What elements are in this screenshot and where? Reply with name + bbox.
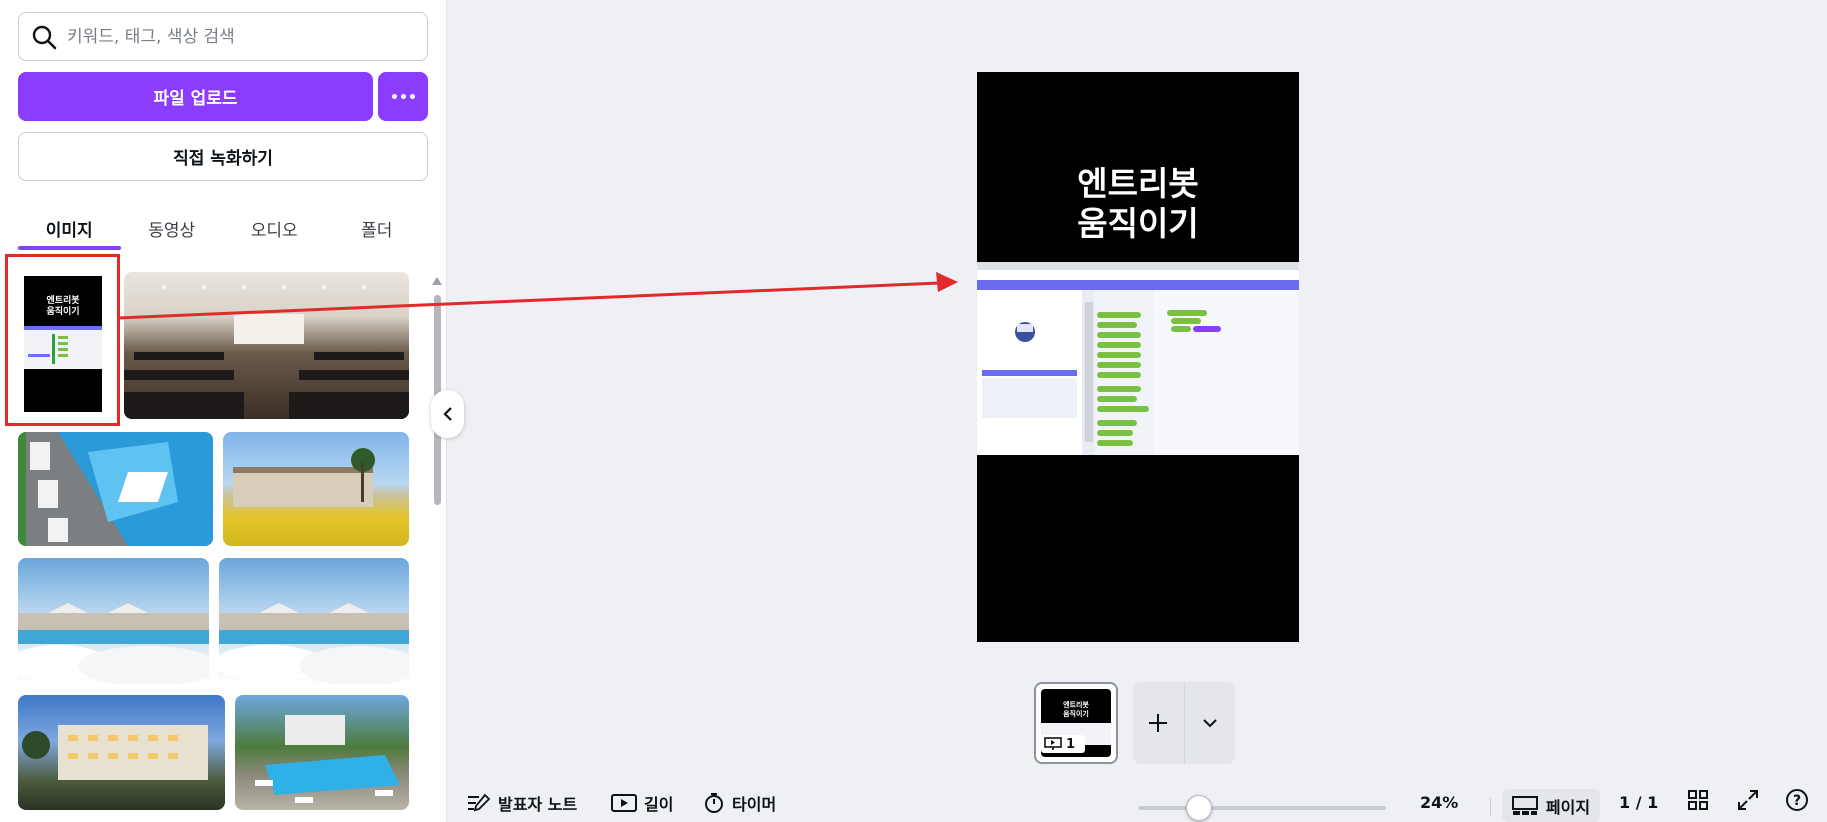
page-thumb-line1: 엔트리봇 (1063, 701, 1089, 709)
notes-label: 발표자 노트 (498, 795, 578, 814)
expand-icon (1738, 790, 1758, 810)
pages-icon (1511, 795, 1538, 815)
page-number: 1 (1066, 736, 1076, 752)
zoom-slider-handle[interactable] (1186, 795, 1212, 821)
help-button[interactable]: ? (1785, 788, 1809, 812)
zoom-level[interactable]: 24% (1420, 793, 1458, 812)
embedded-screenshot-image[interactable] (977, 262, 1299, 455)
svg-text:?: ? (1793, 793, 1801, 809)
fullscreen-button[interactable] (1737, 789, 1759, 811)
chevron-down-icon (1203, 719, 1217, 728)
help-icon: ? (1786, 789, 1808, 811)
grid-view-button[interactable] (1687, 789, 1709, 811)
plus-icon (1149, 714, 1168, 732)
add-page-button[interactable] (1133, 682, 1184, 764)
play-box-icon (611, 794, 637, 812)
presentation-icon (1044, 737, 1062, 750)
timer-icon (705, 793, 723, 813)
canvas-title-line1[interactable]: 엔트리봇 (977, 164, 1299, 204)
duration-button[interactable]: 길이 (611, 791, 673, 815)
grid-icon (1688, 790, 1708, 810)
footer-divider (1490, 798, 1491, 816)
duration-label: 길이 (644, 795, 674, 814)
canvas-title-line2[interactable]: 움직이기 (977, 204, 1299, 244)
pages-view-button[interactable]: 페이지 (1502, 789, 1600, 822)
page-thumbnail[interactable]: 엔트리봇 움직이기 1 (1034, 682, 1118, 764)
timer-button[interactable]: 타이머 (703, 791, 776, 815)
page-thumb-line2: 움직이기 (1063, 710, 1089, 718)
page-count[interactable]: 1 / 1 (1619, 793, 1658, 812)
notes-button[interactable]: 발표자 노트 (467, 791, 577, 815)
annotation-arrow (117, 272, 958, 320)
timer-label: 타이머 (732, 795, 777, 814)
notes-icon (468, 793, 491, 812)
design-canvas[interactable]: 엔트리봇 움직이기 (977, 72, 1299, 642)
pages-view-label: 페이지 (1545, 797, 1591, 817)
add-page-options-button[interactable] (1183, 682, 1236, 764)
zoom-slider-track[interactable] (1138, 806, 1386, 810)
add-page-group (1133, 682, 1235, 764)
footer-toolbar: 발표자 노트 길이 타이머 24% 1 / 1 ? (447, 785, 1827, 822)
